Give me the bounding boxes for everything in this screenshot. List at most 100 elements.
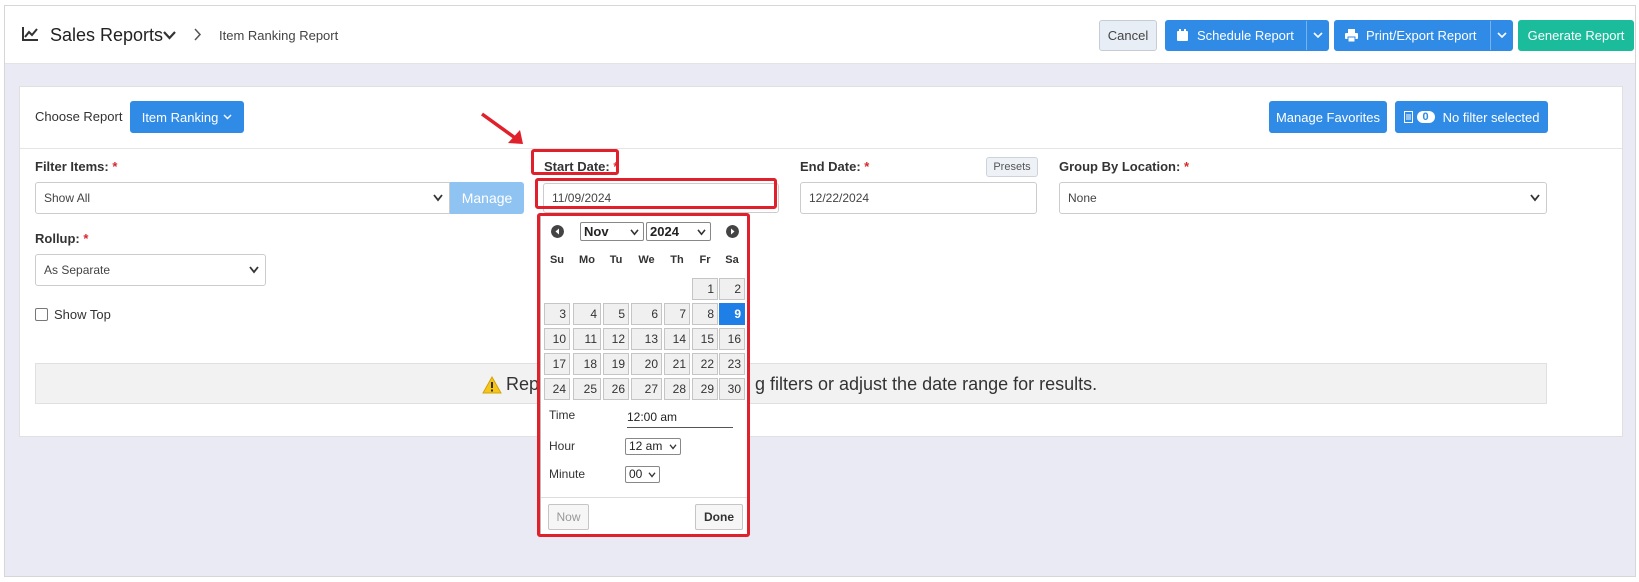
group-by-select[interactable]: None [1059, 182, 1547, 214]
minute-select[interactable]: 00 [625, 466, 660, 483]
filter-count-badge: 0 [1416, 111, 1435, 123]
filter-items-text: Filter Items: [35, 159, 109, 174]
filter-button[interactable]: 0 No filter selected [1395, 101, 1548, 133]
choose-report-label: Choose Report [35, 109, 123, 124]
app-window: Sales Reports Item Ranking Report Cancel… [4, 5, 1636, 577]
required-mark: * [613, 159, 619, 174]
print-export-label: Print/Export Report [1366, 28, 1477, 43]
day-cell[interactable]: 12 [603, 328, 629, 350]
start-date-input[interactable]: 11/09/2024 [543, 183, 779, 213]
presets-button[interactable]: Presets [986, 157, 1038, 177]
day-cell[interactable]: 22 [692, 353, 718, 375]
end-date-label: End Date: * [800, 159, 869, 174]
minute-value: 00 [629, 467, 643, 481]
day-cell[interactable]: 18 [573, 353, 601, 375]
generate-report-button[interactable]: Generate Report [1518, 20, 1634, 51]
day-cell[interactable]: 29 [692, 378, 718, 400]
month-value: Nov [584, 224, 609, 239]
print-export-button[interactable]: Print/Export Report [1334, 20, 1513, 51]
datepicker-popup: Nov 2024 Su Mo Tu We Th Fr Sa 1 2 3 4 5 6 7 8 9 10 11 12 1… [540, 215, 748, 535]
alert-text-right: g filters or adjust the date range for r… [755, 374, 1098, 394]
start-date-label: Start Date: * [544, 159, 618, 174]
start-date-text: Start Date: [544, 159, 610, 174]
minute-label: Minute [549, 467, 586, 481]
filter-items-select[interactable]: Show All [35, 182, 450, 214]
day-cell[interactable]: 11 [573, 328, 601, 350]
year-value: 2024 [650, 224, 679, 239]
chevron-right-icon [194, 28, 202, 41]
day-cell[interactable]: 14 [664, 328, 690, 350]
chevron-down-icon[interactable] [163, 30, 176, 40]
day-cell[interactable]: 26 [603, 378, 629, 400]
warning-icon [482, 375, 502, 393]
top-bar: Sales Reports Item Ranking Report Cancel… [5, 6, 1635, 64]
printer-icon [1345, 29, 1358, 42]
day-cell[interactable]: 7 [664, 303, 690, 325]
hour-label: Hour [549, 439, 576, 453]
day-cell[interactable]: 28 [664, 378, 690, 400]
cancel-button[interactable]: Cancel [1099, 20, 1157, 51]
day-cell[interactable]: 1 [692, 278, 718, 300]
day-cell[interactable]: 25 [573, 378, 601, 400]
chevron-down-icon [1312, 32, 1323, 39]
day-cell-selected[interactable]: 9 [719, 303, 745, 325]
filter-label: No filter selected [1442, 109, 1540, 125]
hour-value: 12 am [629, 439, 663, 453]
schedule-dropdown-toggle[interactable] [1306, 21, 1328, 50]
chevron-down-icon [249, 266, 259, 274]
day-cell[interactable]: 3 [544, 303, 570, 325]
line-chart-icon [22, 27, 38, 41]
weekday-label: Mo [579, 254, 595, 266]
schedule-report-button[interactable]: Schedule Report [1165, 20, 1329, 51]
no-results-alert: Repo g filters or adjust the date range … [35, 363, 1547, 404]
time-label: Time [549, 408, 576, 422]
manage-button[interactable]: Manage [450, 182, 524, 214]
alert-left: Repo [482, 374, 549, 395]
report-select-button[interactable]: Item Ranking [130, 101, 244, 133]
year-select[interactable]: 2024 [646, 222, 711, 241]
done-button[interactable]: Done [695, 504, 743, 530]
day-cell[interactable]: 4 [573, 303, 601, 325]
required-mark: * [864, 159, 870, 174]
now-button[interactable]: Now [548, 504, 589, 530]
day-cell[interactable]: 30 [719, 378, 745, 400]
group-by-text: Group By Location: [1059, 159, 1181, 174]
day-cell[interactable]: 13 [631, 328, 662, 350]
day-cell[interactable]: 10 [544, 328, 570, 350]
weekday-label: Su [549, 254, 565, 266]
day-cell[interactable]: 16 [719, 328, 745, 350]
next-month-icon[interactable] [726, 225, 739, 238]
chevron-down-icon [630, 229, 639, 236]
required-mark: * [112, 159, 118, 174]
day-cell[interactable]: 17 [544, 353, 570, 375]
day-cell[interactable]: 24 [544, 378, 570, 400]
prev-month-icon[interactable] [551, 225, 564, 238]
day-cell[interactable]: 2 [719, 278, 745, 300]
show-top-checkbox[interactable] [35, 308, 48, 321]
day-cell[interactable]: 21 [664, 353, 690, 375]
hour-select[interactable]: 12 am [625, 438, 681, 455]
day-cell[interactable]: 5 [603, 303, 629, 325]
datepicker-header: Nov 2024 [545, 220, 743, 244]
day-cell[interactable]: 23 [719, 353, 745, 375]
month-select[interactable]: Nov [580, 222, 644, 241]
manage-favorites-button[interactable]: Manage Favorites [1269, 101, 1387, 133]
print-dropdown-toggle[interactable] [1490, 21, 1512, 50]
day-cell[interactable]: 27 [631, 378, 662, 400]
rollup-select[interactable]: As Separate [35, 254, 266, 286]
schedule-report-label: Schedule Report [1197, 28, 1294, 43]
rollup-value: As Separate [44, 263, 111, 277]
required-mark: * [1183, 159, 1190, 174]
day-cell[interactable]: 8 [692, 303, 718, 325]
day-cell[interactable]: 6 [631, 303, 662, 325]
day-cell[interactable]: 20 [631, 353, 662, 375]
datepicker-footer-divider [541, 497, 747, 498]
filter-items-value: Show All [44, 191, 91, 205]
report-select-label: Item Ranking [141, 109, 219, 125]
end-date-text: End Date: [800, 159, 861, 174]
report-panel: Choose Report Item Ranking Manage Favori… [19, 86, 1623, 437]
day-cell[interactable]: 19 [603, 353, 629, 375]
end-date-input[interactable]: 12/22/2024 [800, 182, 1037, 214]
day-cell[interactable]: 15 [692, 328, 718, 350]
time-value: 12:00 am [627, 410, 733, 428]
